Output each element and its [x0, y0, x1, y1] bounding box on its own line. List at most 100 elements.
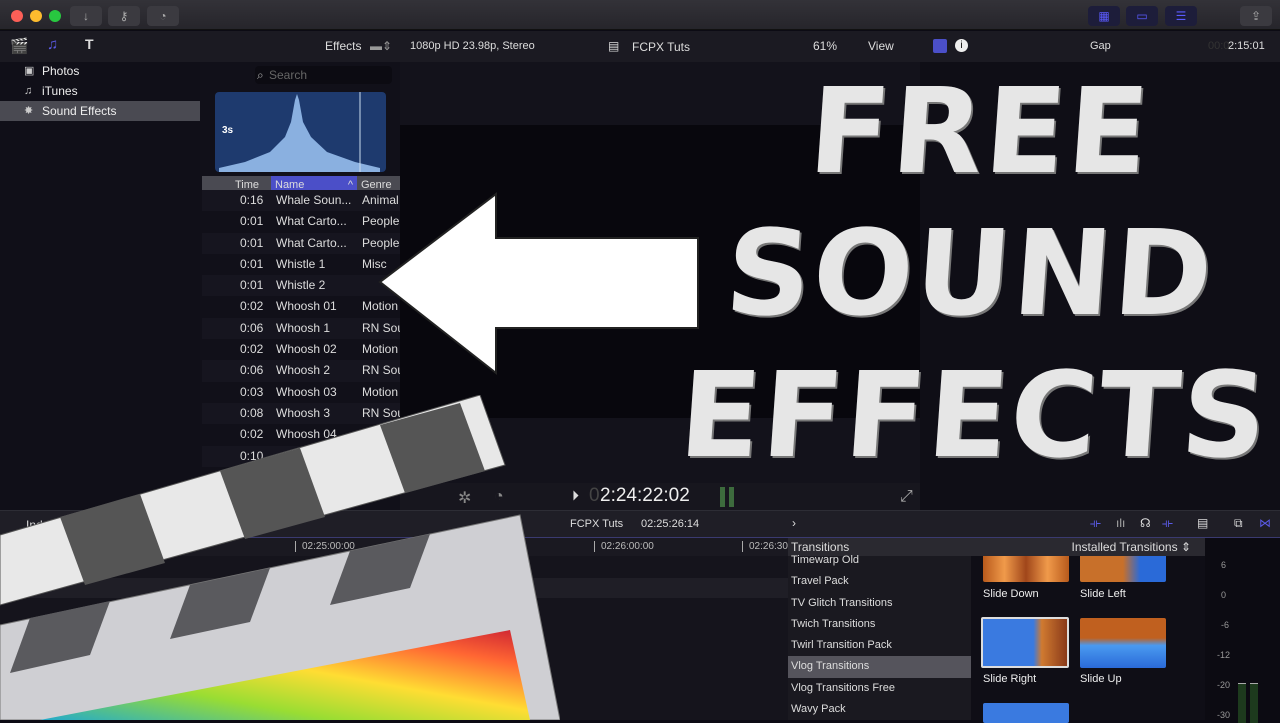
- titles-icon[interactable]: T: [85, 36, 94, 52]
- skimming-icon[interactable]: ⟛: [1090, 516, 1101, 531]
- transition-category[interactable]: Twirl Transition Pack: [788, 635, 971, 656]
- meter-scale-label: -12: [1217, 650, 1231, 660]
- timecode: 2:24:22:02: [600, 485, 690, 506]
- zoom-dropdown[interactable]: 61%: [813, 39, 837, 53]
- view-dropdown[interactable]: View: [868, 39, 894, 53]
- time-cell: 0:02: [240, 299, 264, 314]
- effects-label[interactable]: Effects: [325, 39, 361, 53]
- name-cell: Whistle 2: [276, 278, 326, 293]
- overlay-line: EFFECTS: [675, 346, 1274, 484]
- waveform-preview[interactable]: 3s: [215, 92, 386, 172]
- inspector-time-dim: 00:0: [1208, 40, 1230, 52]
- inspector-title: Gap: [1090, 40, 1111, 52]
- name-cell: Whistle 1: [276, 256, 326, 271]
- timeline-timecode: 02:25:26:14: [641, 518, 700, 530]
- audio-meter-right: [729, 487, 734, 507]
- ruler-label: 02:26:00:00: [594, 541, 654, 552]
- thumb-slide-up[interactable]: [1080, 618, 1166, 668]
- background-tasks-button[interactable]: ◔: [147, 6, 179, 26]
- sidebar-item-label: Sound Effects: [42, 104, 117, 118]
- photo-icon: ▣: [24, 65, 35, 77]
- time-cell: 0:01: [240, 256, 264, 271]
- headphones-icon[interactable]: ☊: [1140, 516, 1151, 530]
- sidebar-item-sound-effects[interactable]: ✸ Sound Effects: [0, 101, 200, 121]
- meter-scale-label: 0: [1221, 590, 1227, 600]
- timecode-dim: 0: [589, 485, 600, 506]
- burst-icon: ✸: [24, 105, 34, 117]
- thumb-slide-right[interactable]: [981, 617, 1069, 668]
- transition-category[interactable]: Twich Transitions: [788, 614, 971, 635]
- transitions-list: Timewarp Old Travel Pack TV Glitch Transit…: [788, 550, 971, 720]
- transition-category[interactable]: Vlog Transitions: [788, 656, 971, 678]
- name-cell: Whoosh 2: [276, 363, 331, 378]
- transition-category[interactable]: Vlog Transitions Free: [788, 678, 971, 699]
- forward-icon[interactable]: ›: [792, 516, 796, 530]
- transitions-browser: Transitions Timewarp Old Travel Pack TV Gl…: [788, 538, 971, 720]
- minimize-button[interactable]: [30, 10, 42, 22]
- timeline-toggle-button[interactable]: ▭: [1126, 6, 1158, 26]
- overlay-line: FREE: [804, 62, 1156, 200]
- transitions-browser-icon[interactable]: ⋈: [1259, 516, 1271, 530]
- meter-bar-right: [1250, 683, 1258, 723]
- play-icon[interactable]: ⏵: [572, 487, 579, 504]
- installed-transitions-dropdown[interactable]: Installed Transitions ⇕: [971, 538, 1205, 556]
- transition-category[interactable]: TV Glitch Transitions: [788, 593, 971, 614]
- time-cell: 0:06: [240, 363, 264, 378]
- photos-audio-icon[interactable]: ♫: [47, 36, 58, 53]
- meter-scale-label: -6: [1221, 620, 1230, 630]
- sidebar-item-itunes[interactable]: ♫ iTunes: [0, 81, 200, 101]
- meter-scale-label: -20: [1217, 680, 1231, 690]
- folder-icon[interactable]: ▬⇕: [370, 39, 392, 53]
- sidebar-item-label: iTunes: [42, 84, 78, 98]
- waveform-duration: 3s: [222, 125, 234, 136]
- audio-meter-left: [720, 487, 725, 507]
- name-cell: Whale Soun...: [276, 193, 352, 207]
- clapper-icon: ▤: [608, 39, 620, 53]
- inspector-toggle-button[interactable]: ☰: [1165, 6, 1197, 26]
- ruler-label: 02:26:30: [742, 541, 788, 552]
- meter-scale-label: -30: [1217, 710, 1231, 720]
- import-button[interactable]: ↓: [70, 6, 102, 26]
- overlay-line: SOUND: [721, 204, 1219, 342]
- search-input[interactable]: ⌕ Search: [255, 66, 392, 84]
- share-button[interactable]: ⇪: [1240, 6, 1272, 26]
- name-cell: Whoosh 1: [276, 320, 331, 335]
- info-icon[interactable]: i: [955, 39, 968, 52]
- name-cell: Whoosh 01: [276, 299, 337, 314]
- audio-skimming-icon[interactable]: ılı: [1116, 516, 1125, 530]
- format-label: 1080p HD 23.98p, Stereo: [410, 40, 535, 52]
- zoom-button[interactable]: [49, 10, 61, 22]
- project-name: FCPX Tuts: [632, 40, 691, 54]
- title-bar: ↓ ⚷ ◔ ▦ ▭ ☰ ⇪: [0, 0, 1280, 30]
- sidebar-item-photos[interactable]: ▣ Photos: [0, 61, 200, 81]
- thumb-label: Slide Up: [1080, 673, 1122, 685]
- inspector-duration: 2:15:01: [1228, 40, 1265, 52]
- search-icon: ⌕: [257, 68, 264, 82]
- transition-category[interactable]: Travel Pack: [788, 571, 971, 592]
- keywords-button[interactable]: ⚷: [108, 6, 140, 26]
- filter-label: Installed Transitions: [1071, 540, 1178, 554]
- header-bar: 🎬 ♫ T Effects ▬⇕ 1080p HD 23.98p, Stereo…: [0, 31, 1280, 62]
- time-cell: 0:06: [240, 320, 264, 335]
- transition-category[interactable]: Timewarp Old: [788, 550, 971, 571]
- transition-category[interactable]: Wavy Pack: [788, 699, 971, 720]
- timeline-project: FCPX Tuts: [570, 518, 624, 530]
- snapping-icon[interactable]: ⟛: [1162, 516, 1173, 531]
- audio-meters: 6 0 -6 -12 -20 -30: [1205, 538, 1280, 723]
- name-cell: What Carto...: [276, 214, 347, 229]
- libraries-icon[interactable]: 🎬: [10, 37, 29, 55]
- browser-toggle-button[interactable]: ▦: [1088, 6, 1120, 26]
- effects-browser-icon[interactable]: ⧉: [1234, 516, 1243, 531]
- clip-appearance-icon[interactable]: ▤: [1197, 516, 1208, 530]
- name-cell: Whoosh 02: [276, 342, 337, 357]
- thumb-next[interactable]: [983, 703, 1069, 723]
- video-inspector-icon[interactable]: [933, 39, 947, 53]
- time-cell: 0:02: [240, 342, 264, 357]
- final-cut-pro-logo: [0, 395, 560, 720]
- music-icon: ♫: [24, 85, 33, 97]
- close-button[interactable]: [11, 10, 23, 22]
- search-placeholder: Search: [269, 68, 308, 82]
- time-cell: 0:01: [240, 278, 264, 293]
- fullscreen-icon[interactable]: ⤢: [900, 488, 913, 506]
- meter-bar-left: [1238, 683, 1246, 723]
